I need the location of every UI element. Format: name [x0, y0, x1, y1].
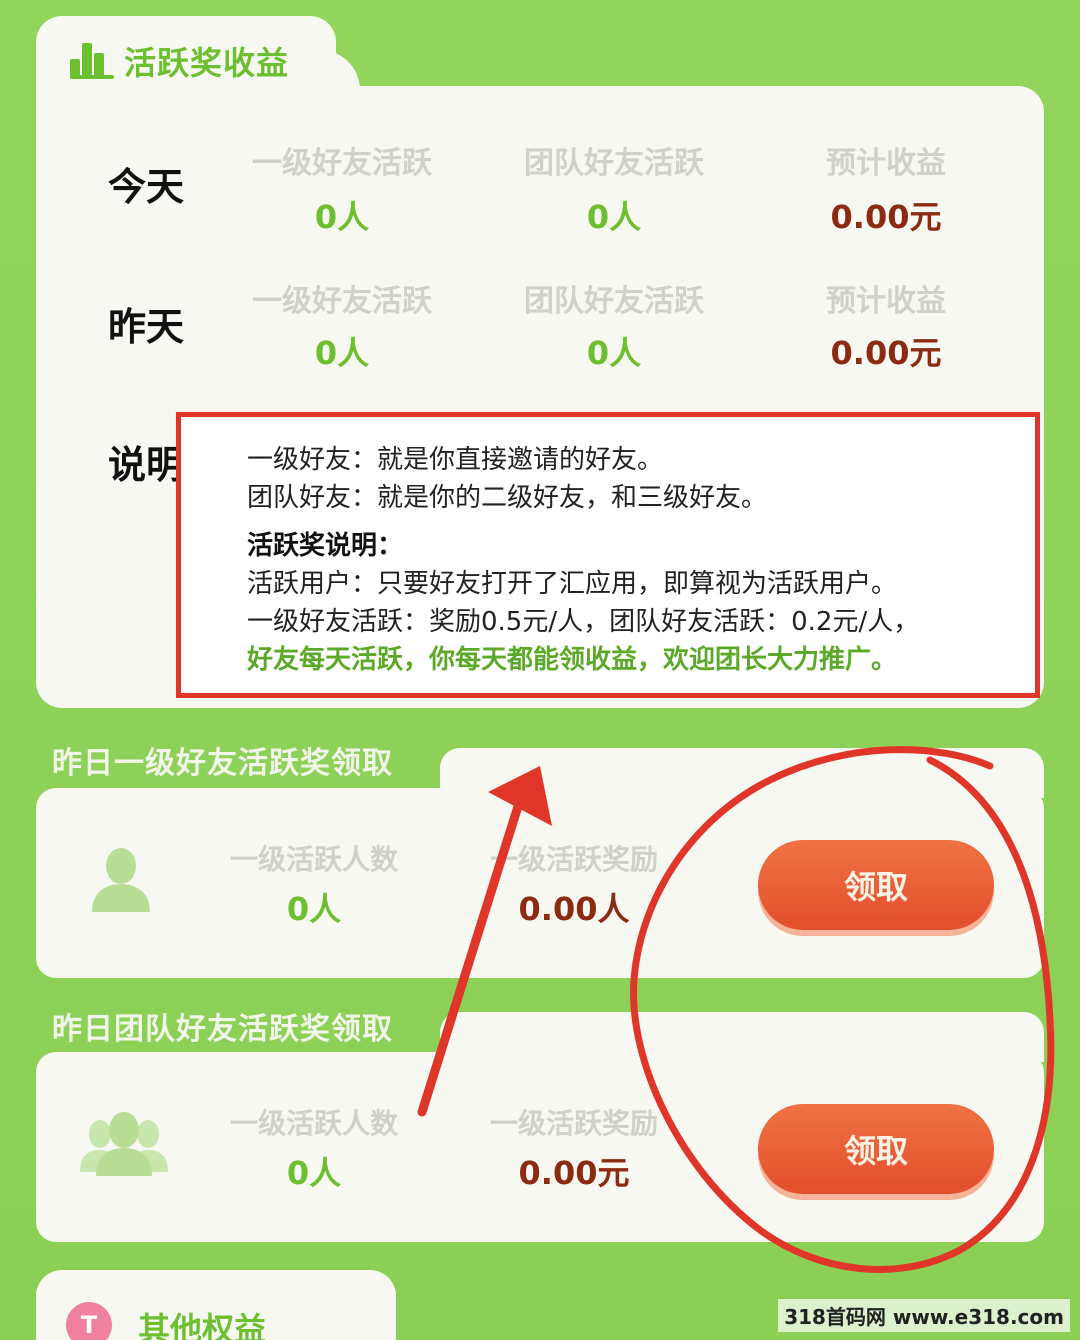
explanation-box: 一级好友：就是你直接邀请的好友。 团队好友：就是你的二级好友，和三级好友。 活跃…	[176, 412, 1040, 698]
section2-reward-value: 0.00元	[518, 1154, 630, 1192]
explain-heading: 活跃奖说明：	[247, 531, 404, 561]
today-level1-value: 0人	[314, 198, 370, 236]
col-head-income: 预计收益	[826, 146, 946, 181]
section1-head-reward: 一级活跃奖励	[489, 843, 658, 876]
explain-label: 说明	[108, 443, 185, 487]
watermark: 318首码网 www.e318.com	[778, 1299, 1070, 1332]
user-icon	[92, 848, 150, 912]
section-title-level1: 昨日一级好友活跃奖领取	[52, 746, 393, 781]
page-title: 活跃奖收益	[124, 44, 290, 82]
row-label-today: 今天	[108, 165, 185, 209]
explain-line: 一级好友活跃：奖励0.5元/人，团队好友活跃：0.2元/人，	[247, 607, 920, 637]
group-icon	[80, 1112, 168, 1176]
explain-line: 团队好友：就是你的二级好友，和三级好友。	[247, 483, 768, 513]
other-benefits-title[interactable]: 其他权益	[138, 1304, 266, 1340]
section2-count-value: 0人	[286, 1154, 342, 1192]
header: 活跃奖收益	[70, 36, 289, 86]
col-head-team: 团队好友活跃	[524, 284, 704, 319]
yesterday-income-value: 0.00元	[830, 334, 942, 372]
explain-highlight: 好友每天活跃，你每天都能领收益，欢迎团长大力推广。	[247, 645, 898, 675]
section2-head-reward: 一级活跃奖励	[489, 1107, 658, 1140]
page: 活跃奖收益 今天 一级好友活跃 团队好友活跃 预计收益 0人 0人 0.00元 …	[0, 0, 1080, 1340]
explain-line: 一级好友：就是你直接邀请的好友。	[247, 445, 664, 475]
col-head-team: 团队好友活跃	[524, 146, 704, 181]
section1-head-count: 一级活跃人数	[229, 843, 398, 876]
col-head-level1: 一级好友活跃	[252, 284, 432, 319]
bar-chart-icon	[70, 43, 114, 79]
section-title-team: 昨日团队好友活跃奖领取	[52, 1012, 393, 1047]
row-label-yesterday: 昨天	[108, 305, 185, 349]
today-income-value: 0.00元	[830, 198, 942, 236]
yesterday-level1-value: 0人	[314, 334, 370, 372]
today-team-value: 0人	[586, 198, 642, 236]
claim-button-level1[interactable]: 领取	[758, 840, 994, 930]
col-head-income: 预计收益	[826, 284, 946, 319]
header-tab-curve	[300, 50, 360, 90]
badge-icon: T	[66, 1302, 112, 1340]
claim-button-team[interactable]: 领取	[758, 1104, 994, 1194]
yesterday-team-value: 0人	[586, 334, 642, 372]
explain-line: 活跃用户：只要好友打开了汇应用，即算视为活跃用户。	[247, 569, 898, 599]
section2-head-count: 一级活跃人数	[229, 1107, 398, 1140]
section1-count-value: 0人	[286, 890, 342, 928]
section1-reward-value: 0.00人	[518, 890, 630, 928]
col-head-level1: 一级好友活跃	[252, 146, 432, 181]
